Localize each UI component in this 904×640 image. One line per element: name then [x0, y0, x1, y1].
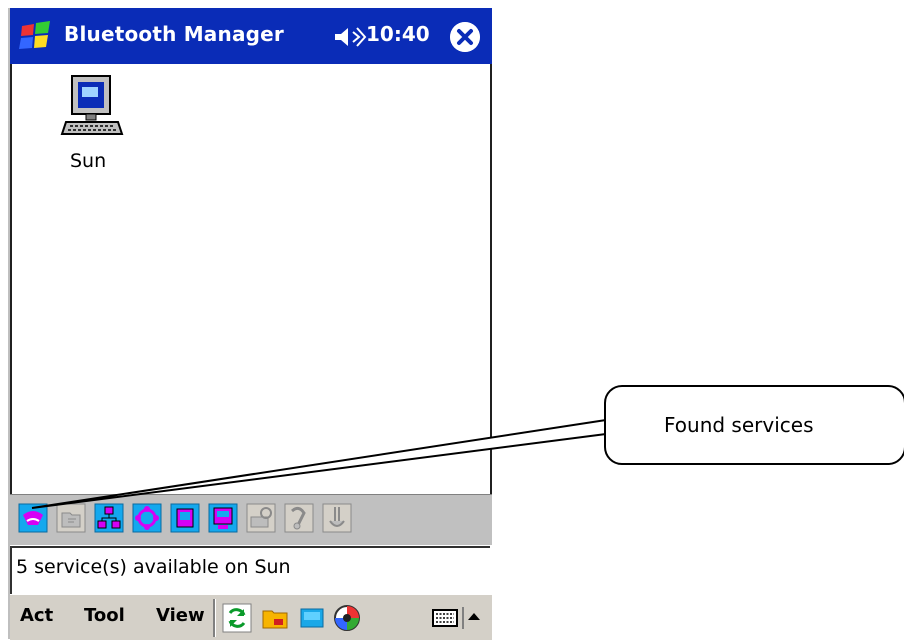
- network-icon[interactable]: [94, 503, 124, 533]
- computer-icon[interactable]: [60, 74, 128, 144]
- speaker-icon[interactable]: [333, 26, 367, 48]
- dialup-icon[interactable]: [132, 503, 162, 533]
- folder-icon[interactable]: [260, 603, 290, 633]
- found-service-icon[interactable]: [18, 503, 48, 533]
- app-title: Bluetooth Manager: [64, 22, 284, 46]
- menu-act[interactable]: Act: [20, 605, 53, 626]
- menu-bar: Act Tool View: [10, 594, 492, 640]
- service-bar: [10, 494, 492, 545]
- close-icon[interactable]: [450, 22, 480, 52]
- callout-text: Found services: [664, 413, 814, 437]
- status-text: 5 service(s) available on Sun: [16, 556, 291, 578]
- device-list-area: Sun: [10, 64, 492, 494]
- file-transfer-icon[interactable]: [56, 503, 86, 533]
- menu-separator: [213, 599, 216, 637]
- menu-tool[interactable]: Tool: [84, 605, 125, 626]
- pocketpc-screen: Bluetooth Manager 10:40 Sun 5 service(s)…: [8, 8, 492, 640]
- device-label[interactable]: Sun: [70, 150, 106, 172]
- fax-icon[interactable]: [246, 503, 276, 533]
- business-card-icon[interactable]: [208, 503, 238, 533]
- status-bar: 5 service(s) available on Sun: [10, 546, 490, 596]
- keyboard-icon[interactable]: [430, 603, 460, 633]
- callout-box: Found services: [604, 385, 904, 465]
- windows-start-icon[interactable]: [16, 18, 56, 54]
- menu-view[interactable]: View: [156, 605, 205, 626]
- input-panel-arrow-icon[interactable]: [462, 603, 482, 633]
- screen-icon[interactable]: [297, 603, 327, 633]
- bluetooth-radio-icon[interactable]: [332, 603, 362, 633]
- audio-icon[interactable]: [322, 503, 352, 533]
- headset-icon[interactable]: [284, 503, 314, 533]
- clock[interactable]: 10:40: [366, 22, 430, 46]
- refresh-icon[interactable]: [222, 603, 252, 633]
- serial-port-icon[interactable]: [170, 503, 200, 533]
- title-bar: Bluetooth Manager 10:40: [10, 8, 492, 64]
